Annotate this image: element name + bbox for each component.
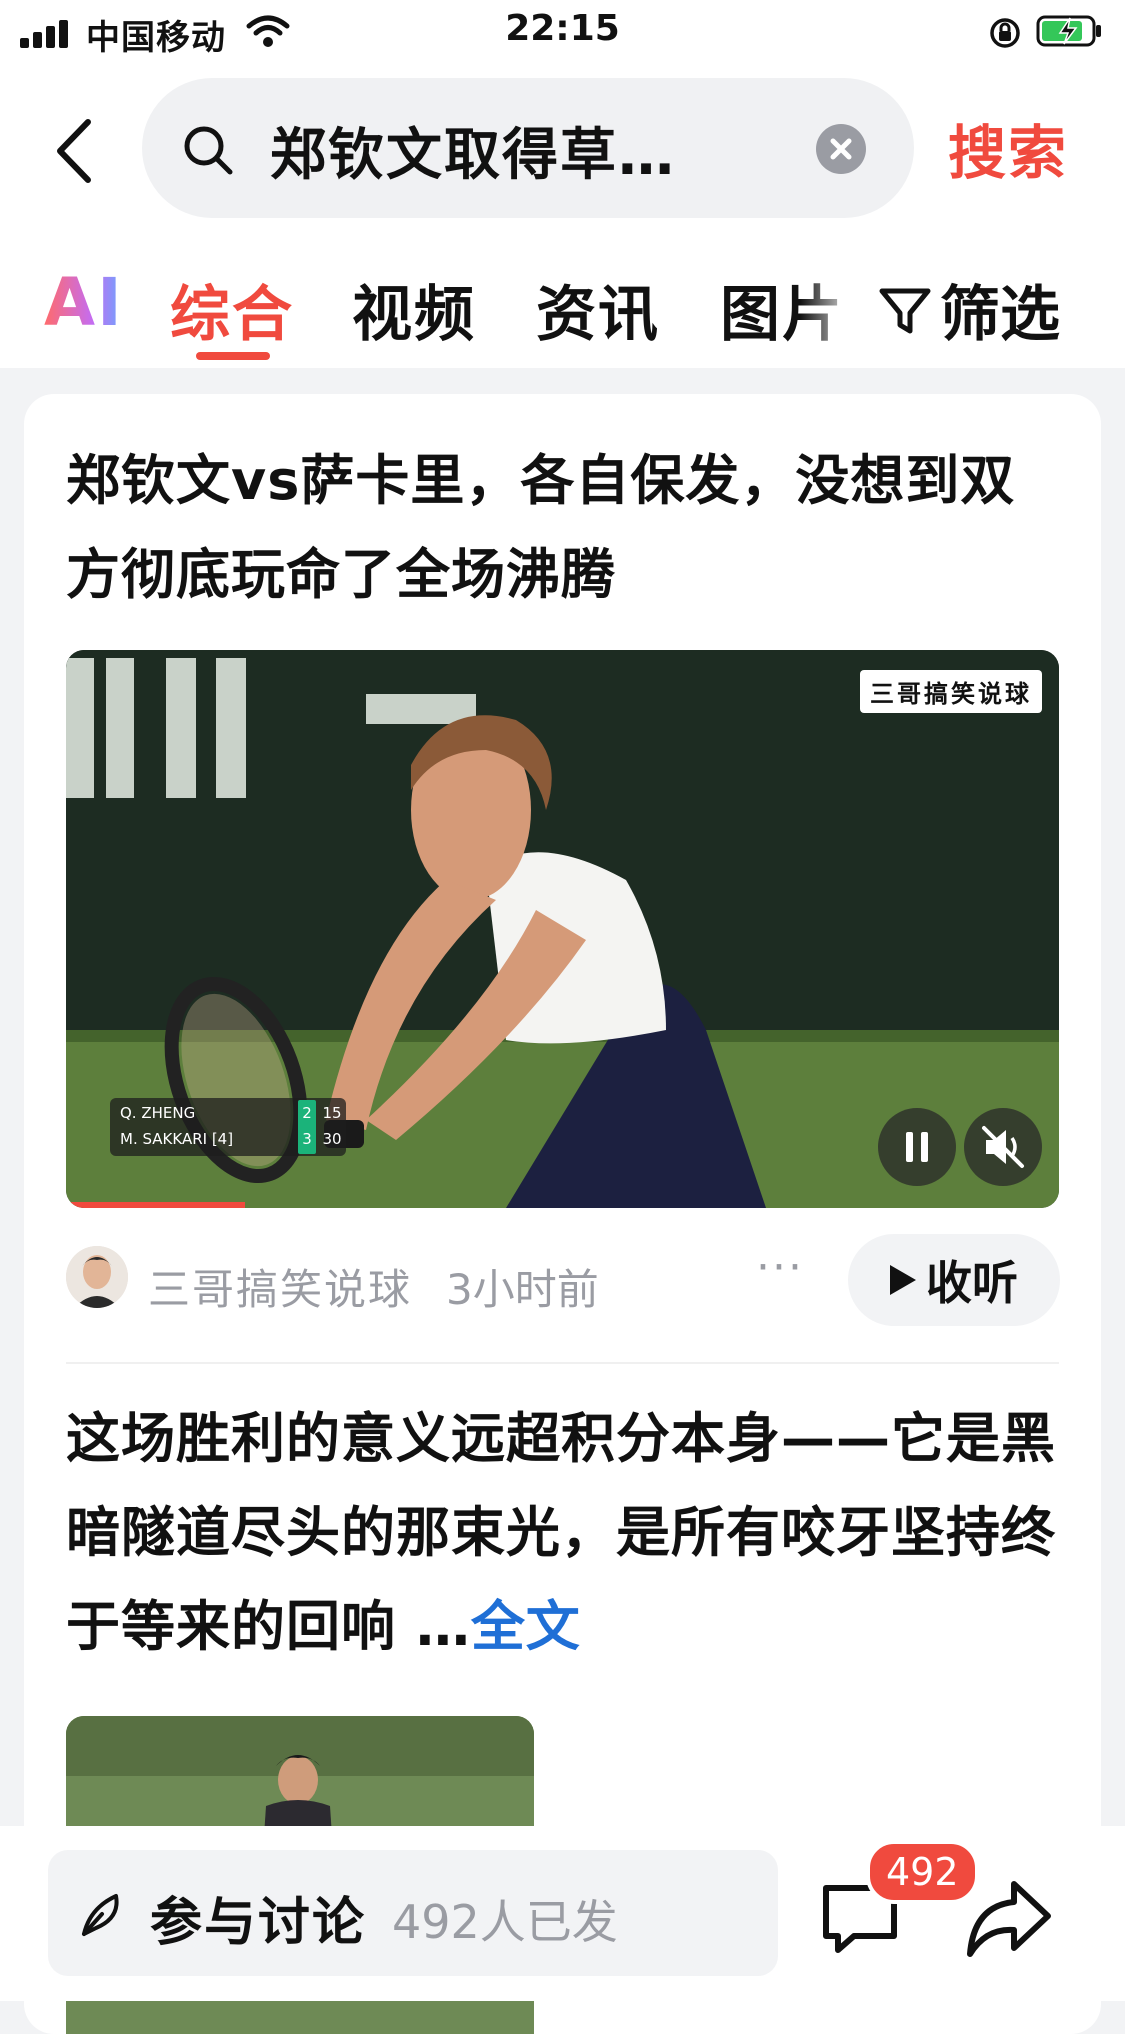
result-card[interactable]: 郑钦文vs萨卡里，各自保发，没想到双方彻底玩命了全场沸腾 三哥搞笑说球 Q. Z… [24,394,1101,2034]
publish-time: 3小时前 [446,1265,599,1314]
scoreboard-player-1: Q. ZHENG [120,1104,196,1122]
comment-count-badge: 492 [866,1840,979,1904]
scoreboard-player-2: M. SAKKARI [4] [120,1130,234,1148]
discuss-count: 492人已发 [392,1895,618,1949]
scoreboard-games-1: 2 [302,1104,312,1122]
tab-video[interactable]: 视频 [352,266,476,353]
scoreboard: Q. ZHENG M. SAKKARI [4] 2 3 15 30 [110,1098,346,1156]
pen-icon [82,1894,119,1936]
video-player[interactable]: 三哥搞笑说球 Q. ZHENG M. SAKKARI [4] 2 3 15 30 [66,650,1059,1208]
tab-all[interactable]: 综合 [170,266,294,353]
tab-ai[interactable]: AI [44,264,124,341]
clear-icon[interactable] [816,124,866,174]
play-icon [890,1265,916,1295]
share-icon[interactable] [964,1876,1054,1962]
read-more-link[interactable]: 全文 [471,1595,581,1658]
more-options-button[interactable]: ··· [756,1242,804,1293]
status-bar: 中国移动 22:15 [0,0,1125,64]
mute-icon[interactable] [964,1108,1042,1186]
search-button[interactable]: 搜索 [948,106,1068,190]
video-watermark: 三哥搞笑说球 [860,670,1042,713]
result-title[interactable]: 郑钦文vs萨卡里，各自保发，没想到双方彻底玩命了全场沸腾 [66,434,1066,622]
clock: 22:15 [505,8,620,49]
pause-icon[interactable] [878,1108,956,1186]
listen-button[interactable]: 收听 [848,1234,1060,1326]
battery-icon [1036,15,1101,47]
filter-icon [879,288,931,333]
search-header: 郑钦文取得草… 搜索 [0,64,1125,228]
rotation-lock-icon [990,18,1020,48]
scoreboard-games-2: 3 [302,1130,312,1148]
search-query: 郑钦文取得草… [270,123,676,188]
divider [66,1362,1059,1364]
video-progress-bar[interactable] [66,1202,245,1208]
search-icon [184,126,233,175]
author-avatar[interactable] [66,1246,128,1308]
category-tabs: AI 综合 视频 资讯 图片 筛选 [0,228,1125,368]
ellipsis: … [415,1595,471,1658]
scoreboard-points-2: 30 [322,1130,342,1148]
filter-button[interactable]: 筛选 [876,266,1060,353]
discuss-label: 参与讨论 [150,1893,367,1953]
result-meta: 三哥搞笑说球 3小时前 ··· 收听 [66,1234,1066,1326]
second-result-text[interactable]: 这场胜利的意义远超积分本身——它是黑暗隧道尽头的那束光，是所有咬牙坚持终于等来的… [66,1392,1066,1674]
scoreboard-points-1: 15 [322,1104,342,1122]
discuss-input[interactable]: 参与讨论 492人已发 [48,1850,778,1976]
back-icon[interactable] [50,116,100,186]
bottom-bar: 参与讨论 492人已发 492 [0,1826,1125,2001]
search-input[interactable]: 郑钦文取得草… [142,78,914,218]
filter-label: 筛选 [940,280,1060,350]
tab-news[interactable]: 资讯 [536,266,660,353]
active-tab-indicator [196,352,270,360]
listen-label: 收听 [926,1256,1018,1310]
author-name[interactable]: 三哥搞笑说球 [148,1256,412,1317]
